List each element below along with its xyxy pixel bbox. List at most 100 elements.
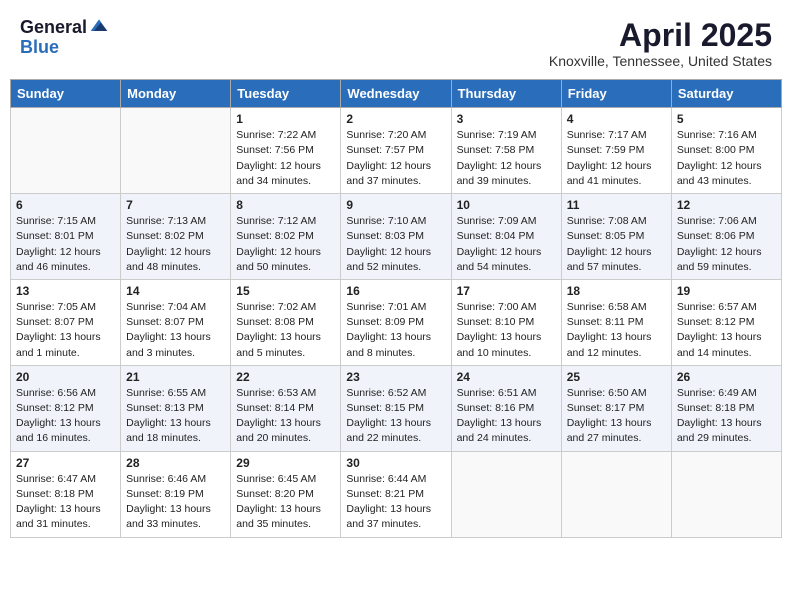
calendar-cell: 23Sunrise: 6:52 AMSunset: 8:15 PMDayligh… — [341, 365, 451, 451]
day-number: 13 — [16, 284, 115, 298]
page-header: General Blue April 2025 Knoxville, Tenne… — [10, 10, 782, 73]
calendar-week-row: 6 Sunrise: 7:15 AMSunset: 8:01 PMDaylight… — [11, 194, 782, 280]
day-number: 1 — [236, 112, 335, 126]
day-info: Sunrise: 6:46 AMSunset: 8:19 PMDaylight:… — [126, 472, 225, 533]
calendar-cell: 16 Sunrise: 7:01 AMSunset: 8:09 PMDayligh… — [341, 279, 451, 365]
calendar-cell: 21 Sunrise: 6:55 AMSunset: 8:13 PMDayligh… — [121, 365, 231, 451]
calendar-cell — [671, 451, 781, 537]
day-number: 21 — [126, 370, 225, 384]
weekday-header-monday: Monday — [121, 80, 231, 108]
calendar-cell: 1 Sunrise: 7:22 AMSunset: 7:56 PMDaylight… — [231, 108, 341, 194]
calendar-cell: 4 Sunrise: 7:17 AMSunset: 7:59 PMDaylight… — [561, 108, 671, 194]
weekday-header-wednesday: Wednesday — [341, 80, 451, 108]
day-info: Sunrise: 6:44 AMSunset: 8:21 PMDaylight:… — [346, 472, 445, 533]
weekday-header-sunday: Sunday — [11, 80, 121, 108]
logo: General Blue — [20, 18, 109, 58]
day-number: 10 — [457, 198, 556, 212]
day-number: 5 — [677, 112, 776, 126]
day-info: Sunrise: 6:53 AMSunset: 8:14 PMDaylight:… — [236, 386, 335, 447]
day-number: 29 — [236, 456, 335, 470]
calendar-cell — [451, 451, 561, 537]
calendar-cell: 24 Sunrise: 6:51 AMSunset: 8:16 PMDayligh… — [451, 365, 561, 451]
day-info: Sunrise: 7:04 AMSunset: 8:07 PMDaylight:… — [126, 300, 225, 361]
weekday-header-row: SundayMondayTuesdayWednesdayThursdayFrid… — [11, 80, 782, 108]
day-info: Sunrise: 6:45 AMSunset: 8:20 PMDaylight:… — [236, 472, 335, 533]
calendar-cell: 2Sunrise: 7:20 AMSunset: 7:57 PMDaylight… — [341, 108, 451, 194]
day-number: 3 — [457, 112, 556, 126]
calendar-week-row: 27 Sunrise: 6:47 AMSunset: 8:18 PMDayligh… — [11, 451, 782, 537]
weekday-header-saturday: Saturday — [671, 80, 781, 108]
calendar-cell: 17 Sunrise: 7:00 AMSunset: 8:10 PMDayligh… — [451, 279, 561, 365]
calendar-cell: 20 Sunrise: 6:56 AMSunset: 8:12 PMDayligh… — [11, 365, 121, 451]
day-info: Sunrise: 7:01 AMSunset: 8:09 PMDaylight:… — [346, 300, 445, 361]
day-info: Sunrise: 7:17 AMSunset: 7:59 PMDaylight:… — [567, 128, 666, 189]
day-number: 30 — [346, 456, 445, 470]
day-number: 20 — [16, 370, 115, 384]
day-number: 12 — [677, 198, 776, 212]
title-section: April 2025 Knoxville, Tennessee, United … — [549, 18, 772, 69]
calendar-cell: 6 Sunrise: 7:15 AMSunset: 8:01 PMDaylight… — [11, 194, 121, 280]
day-info: Sunrise: 7:06 AMSunset: 8:06 PMDaylight:… — [677, 214, 776, 275]
calendar-cell — [561, 451, 671, 537]
day-info: Sunrise: 7:16 AMSunset: 8:00 PMDaylight:… — [677, 128, 776, 189]
day-number: 7 — [126, 198, 225, 212]
weekday-header-tuesday: Tuesday — [231, 80, 341, 108]
day-info: Sunrise: 6:52 AMSunset: 8:15 PMDaylight:… — [346, 386, 445, 447]
day-info: Sunrise: 7:22 AMSunset: 7:56 PMDaylight:… — [236, 128, 335, 189]
day-info: Sunrise: 6:47 AMSunset: 8:18 PMDaylight:… — [16, 472, 115, 533]
location-text: Knoxville, Tennessee, United States — [549, 53, 772, 69]
day-number: 9 — [346, 198, 445, 212]
day-info: Sunrise: 6:55 AMSunset: 8:13 PMDaylight:… — [126, 386, 225, 447]
calendar-cell: 5 Sunrise: 7:16 AMSunset: 8:00 PMDaylight… — [671, 108, 781, 194]
calendar-week-row: 1 Sunrise: 7:22 AMSunset: 7:56 PMDaylight… — [11, 108, 782, 194]
calendar-cell — [11, 108, 121, 194]
day-number: 26 — [677, 370, 776, 384]
day-info: Sunrise: 7:19 AMSunset: 7:58 PMDaylight:… — [457, 128, 556, 189]
day-info: Sunrise: 7:13 AMSunset: 8:02 PMDaylight:… — [126, 214, 225, 275]
day-number: 28 — [126, 456, 225, 470]
day-number: 27 — [16, 456, 115, 470]
day-info: Sunrise: 7:00 AMSunset: 8:10 PMDaylight:… — [457, 300, 556, 361]
logo-icon — [89, 16, 109, 36]
logo-blue-text: Blue — [20, 38, 109, 58]
day-number: 8 — [236, 198, 335, 212]
calendar-cell: 28 Sunrise: 6:46 AMSunset: 8:19 PMDayligh… — [121, 451, 231, 537]
day-info: Sunrise: 7:15 AMSunset: 8:01 PMDaylight:… — [16, 214, 115, 275]
calendar-cell: 19Sunrise: 6:57 AMSunset: 8:12 PMDayligh… — [671, 279, 781, 365]
day-info: Sunrise: 6:57 AMSunset: 8:12 PMDaylight:… — [677, 300, 776, 361]
month-title: April 2025 — [549, 18, 772, 53]
day-number: 24 — [457, 370, 556, 384]
calendar-cell: 13 Sunrise: 7:05 AMSunset: 8:07 PMDayligh… — [11, 279, 121, 365]
calendar-cell: 27 Sunrise: 6:47 AMSunset: 8:18 PMDayligh… — [11, 451, 121, 537]
calendar-table: SundayMondayTuesdayWednesdayThursdayFrid… — [10, 79, 782, 537]
calendar-cell: 3 Sunrise: 7:19 AMSunset: 7:58 PMDaylight… — [451, 108, 561, 194]
day-info: Sunrise: 7:02 AMSunset: 8:08 PMDaylight:… — [236, 300, 335, 361]
calendar-week-row: 13 Sunrise: 7:05 AMSunset: 8:07 PMDayligh… — [11, 279, 782, 365]
day-number: 25 — [567, 370, 666, 384]
day-number: 16 — [346, 284, 445, 298]
calendar-cell: 26 Sunrise: 6:49 AMSunset: 8:18 PMDayligh… — [671, 365, 781, 451]
day-number: 6 — [16, 198, 115, 212]
day-info: Sunrise: 6:56 AMSunset: 8:12 PMDaylight:… — [16, 386, 115, 447]
day-number: 4 — [567, 112, 666, 126]
day-info: Sunrise: 6:49 AMSunset: 8:18 PMDaylight:… — [677, 386, 776, 447]
logo-general-text: General — [20, 18, 87, 38]
day-info: Sunrise: 7:08 AMSunset: 8:05 PMDaylight:… — [567, 214, 666, 275]
day-info: Sunrise: 6:51 AMSunset: 8:16 PMDaylight:… — [457, 386, 556, 447]
calendar-cell: 8 Sunrise: 7:12 AMSunset: 8:02 PMDaylight… — [231, 194, 341, 280]
calendar-cell: 22 Sunrise: 6:53 AMSunset: 8:14 PMDayligh… — [231, 365, 341, 451]
calendar-cell: 14 Sunrise: 7:04 AMSunset: 8:07 PMDayligh… — [121, 279, 231, 365]
day-number: 15 — [236, 284, 335, 298]
calendar-cell: 18Sunrise: 6:58 AMSunset: 8:11 PMDayligh… — [561, 279, 671, 365]
day-info: Sunrise: 7:05 AMSunset: 8:07 PMDaylight:… — [16, 300, 115, 361]
calendar-cell: 9Sunrise: 7:10 AMSunset: 8:03 PMDaylight… — [341, 194, 451, 280]
day-info: Sunrise: 6:50 AMSunset: 8:17 PMDaylight:… — [567, 386, 666, 447]
day-info: Sunrise: 7:12 AMSunset: 8:02 PMDaylight:… — [236, 214, 335, 275]
day-number: 14 — [126, 284, 225, 298]
calendar-cell: 7 Sunrise: 7:13 AMSunset: 8:02 PMDaylight… — [121, 194, 231, 280]
calendar-cell: 11Sunrise: 7:08 AMSunset: 8:05 PMDayligh… — [561, 194, 671, 280]
day-number: 17 — [457, 284, 556, 298]
calendar-week-row: 20 Sunrise: 6:56 AMSunset: 8:12 PMDayligh… — [11, 365, 782, 451]
day-info: Sunrise: 6:58 AMSunset: 8:11 PMDaylight:… — [567, 300, 666, 361]
day-number: 22 — [236, 370, 335, 384]
